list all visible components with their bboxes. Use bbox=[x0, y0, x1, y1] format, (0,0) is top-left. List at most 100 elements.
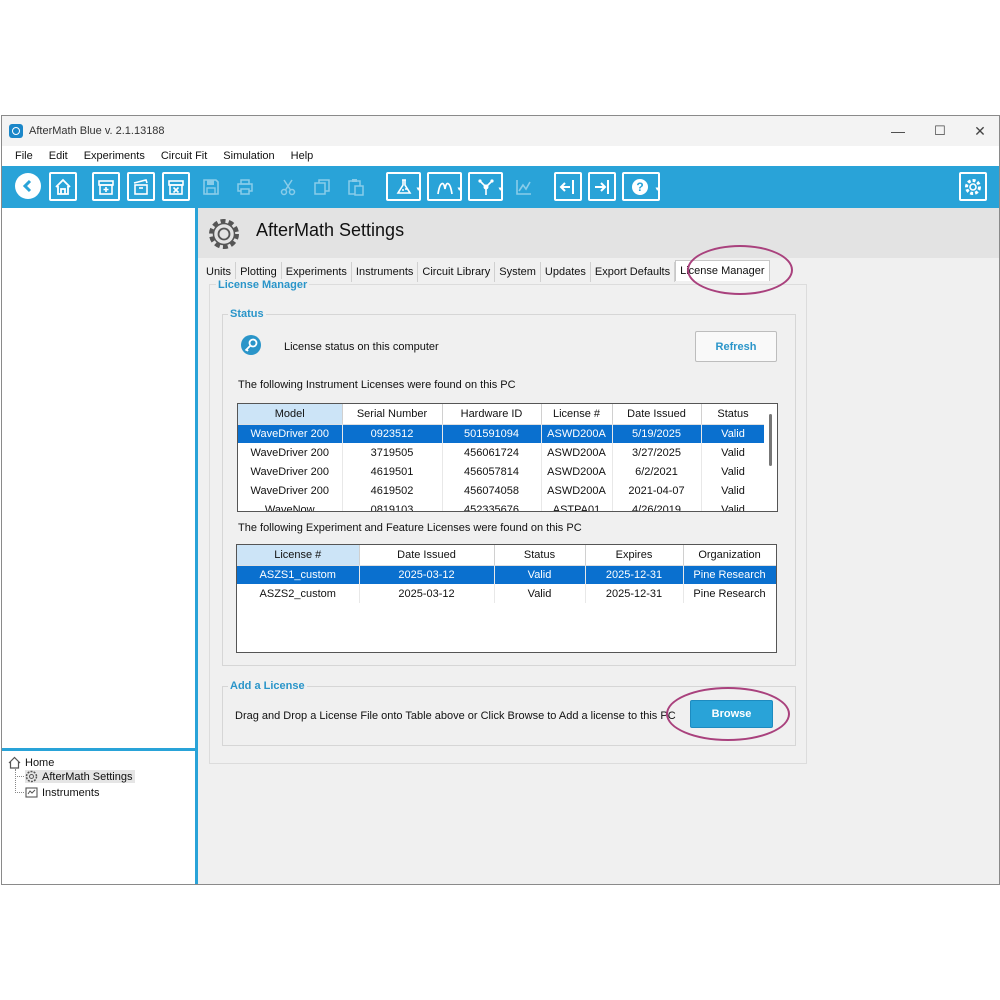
page-title: AfterMath Settings bbox=[256, 220, 405, 240]
home-icon bbox=[8, 756, 21, 769]
table-cell: Valid bbox=[701, 462, 766, 481]
table-cell: 456061724 bbox=[442, 443, 542, 462]
toolbar: ▾ ▾ ▾ ? ▾ bbox=[2, 166, 999, 208]
vertical-scrollbar[interactable] bbox=[764, 404, 777, 511]
table-cell: 5/19/2025 bbox=[612, 424, 702, 443]
tab-instruments[interactable]: Instruments bbox=[352, 262, 419, 282]
tree-item-instruments[interactable]: Instruments bbox=[25, 786, 99, 799]
navigation-tree: Home AfterMath Settings Instruments bbox=[2, 748, 195, 884]
title-bar: AfterMath Blue v. 2.1.13188 — ☐ ✕ bbox=[2, 116, 999, 146]
table-row[interactable]: WaveDriver 200 3719505 456061724 ASWD200… bbox=[238, 443, 766, 462]
table-cell: 2025-03-12 bbox=[359, 565, 495, 584]
highlight-ring bbox=[666, 687, 790, 741]
column-header[interactable]: License # bbox=[541, 404, 613, 425]
maximize-button[interactable]: ☐ bbox=[920, 116, 960, 146]
status-group: Status License status on this computer R… bbox=[222, 308, 796, 666]
menu-edit[interactable]: Edit bbox=[49, 150, 68, 162]
tab-updates[interactable]: Updates bbox=[541, 262, 591, 282]
table-cell: 501591094 bbox=[442, 424, 542, 443]
minimize-button[interactable]: — bbox=[878, 116, 918, 146]
page-header: AfterMath Settings bbox=[198, 208, 999, 258]
tab-system[interactable]: System bbox=[495, 262, 541, 282]
column-header[interactable]: License # bbox=[237, 545, 360, 566]
table-row[interactable]: WaveDriver 200 0923512 501591094 ASWD200… bbox=[238, 424, 766, 443]
refresh-button[interactable]: Refresh bbox=[695, 331, 777, 362]
table-cell: 4619502 bbox=[342, 481, 443, 500]
menu-experiments[interactable]: Experiments bbox=[84, 150, 145, 162]
table-row[interactable]: ASZS2_custom 2025-03-12 Valid 2025-12-31… bbox=[237, 584, 776, 603]
instrument-licenses-caption: The following Instrument Licenses were f… bbox=[238, 379, 516, 391]
column-header[interactable]: Date Issued bbox=[359, 545, 495, 566]
feature-licenses-table[interactable]: License # Date Issued Status Expires Org… bbox=[236, 544, 777, 653]
save-icon[interactable] bbox=[197, 172, 225, 201]
table-cell: Valid bbox=[701, 481, 766, 500]
column-header[interactable]: Date Issued bbox=[612, 404, 702, 425]
table-row[interactable]: ASZS1_custom 2025-03-12 Valid 2025-12-31… bbox=[237, 565, 776, 584]
table-cell: 0923512 bbox=[342, 424, 443, 443]
table-cell: 2025-12-31 bbox=[585, 584, 684, 603]
circuit-fit-icon[interactable]: ▾ bbox=[427, 172, 462, 201]
print-icon[interactable] bbox=[231, 172, 259, 201]
settings-icon[interactable] bbox=[959, 172, 987, 201]
column-header[interactable]: Model bbox=[238, 404, 343, 425]
status-group-label: Status bbox=[228, 308, 266, 320]
menu-help[interactable]: Help bbox=[291, 150, 314, 162]
menu-simulation[interactable]: Simulation bbox=[223, 150, 274, 162]
table-row[interactable]: WaveDriver 200 4619501 456057814 ASWD200… bbox=[238, 462, 766, 481]
menu-circuit-fit[interactable]: Circuit Fit bbox=[161, 150, 207, 162]
help-icon[interactable]: ? ▾ bbox=[622, 172, 660, 201]
column-header[interactable]: Expires bbox=[585, 545, 684, 566]
copy-icon[interactable] bbox=[308, 172, 336, 201]
open-archive-icon[interactable] bbox=[127, 172, 155, 201]
experiment-icon[interactable]: ▾ bbox=[386, 172, 421, 201]
tree-item-home[interactable]: Home bbox=[8, 756, 54, 769]
plot-icon[interactable] bbox=[510, 172, 538, 201]
tree-item-aftermath-settings[interactable]: AfterMath Settings bbox=[25, 770, 135, 783]
home-icon[interactable] bbox=[49, 172, 77, 201]
table-cell: ASWD200A bbox=[541, 443, 613, 462]
export-icon[interactable] bbox=[588, 172, 616, 201]
table-cell: 452335676 bbox=[442, 500, 542, 511]
table-cell: ASWD200A bbox=[541, 424, 613, 443]
table-cell: 456074058 bbox=[442, 481, 542, 500]
instrument-licenses-table[interactable]: Model Serial Number Hardware ID License … bbox=[237, 403, 778, 512]
table-cell: WaveDriver 200 bbox=[238, 443, 343, 462]
close-button[interactable]: ✕ bbox=[960, 116, 999, 146]
column-header[interactable]: Status bbox=[494, 545, 586, 566]
menu-file[interactable]: File bbox=[15, 150, 33, 162]
cut-icon[interactable] bbox=[274, 172, 302, 201]
table-cell: ASWD200A bbox=[541, 481, 613, 500]
main-content: AfterMath Settings Units Plotting Experi… bbox=[198, 208, 999, 884]
analysis-icon[interactable]: ▾ bbox=[468, 172, 503, 201]
table-cell: Valid bbox=[701, 424, 766, 443]
feature-licenses-caption: The following Experiment and Feature Lic… bbox=[238, 522, 582, 534]
tab-circuit-library[interactable]: Circuit Library bbox=[418, 262, 496, 282]
tab-export-defaults[interactable]: Export Defaults bbox=[591, 262, 676, 282]
menu-bar: File Edit Experiments Circuit Fit Simula… bbox=[2, 146, 999, 166]
license-manager-group-label: License Manager bbox=[216, 279, 310, 291]
back-icon[interactable] bbox=[15, 173, 41, 199]
table-cell: Valid bbox=[701, 500, 766, 511]
app-window: AfterMath Blue v. 2.1.13188 — ☐ ✕ File E… bbox=[1, 115, 1000, 885]
table-cell: 3/27/2025 bbox=[612, 443, 702, 462]
column-header[interactable]: Hardware ID bbox=[442, 404, 542, 425]
table-cell: WaveDriver 200 bbox=[238, 424, 343, 443]
table-cell: 2025-03-12 bbox=[359, 584, 495, 603]
table-cell: ASWD200A bbox=[541, 462, 613, 481]
column-header[interactable]: Organization bbox=[683, 545, 776, 566]
table-row[interactable]: WaveNow 0819103 452335676 ASTPA01 4/26/2… bbox=[238, 500, 766, 511]
gear-icon bbox=[25, 770, 38, 783]
window-title: AfterMath Blue v. 2.1.13188 bbox=[29, 125, 165, 137]
column-header[interactable]: Serial Number bbox=[342, 404, 443, 425]
scrollbar-thumb[interactable] bbox=[769, 414, 772, 466]
column-header[interactable]: Status bbox=[701, 404, 766, 425]
new-archive-icon[interactable] bbox=[92, 172, 120, 201]
table-row[interactable]: WaveDriver 200 4619502 456074058 ASWD200… bbox=[238, 481, 766, 500]
table-cell: 4619501 bbox=[342, 462, 443, 481]
add-license-instructions: Drag and Drop a License File onto Table … bbox=[235, 710, 676, 722]
import-icon[interactable] bbox=[554, 172, 582, 201]
paste-icon[interactable] bbox=[342, 172, 370, 201]
tree-item-label: Instruments bbox=[42, 786, 100, 799]
table-cell: ASTPA01 bbox=[541, 500, 613, 511]
close-archive-icon[interactable] bbox=[162, 172, 190, 201]
